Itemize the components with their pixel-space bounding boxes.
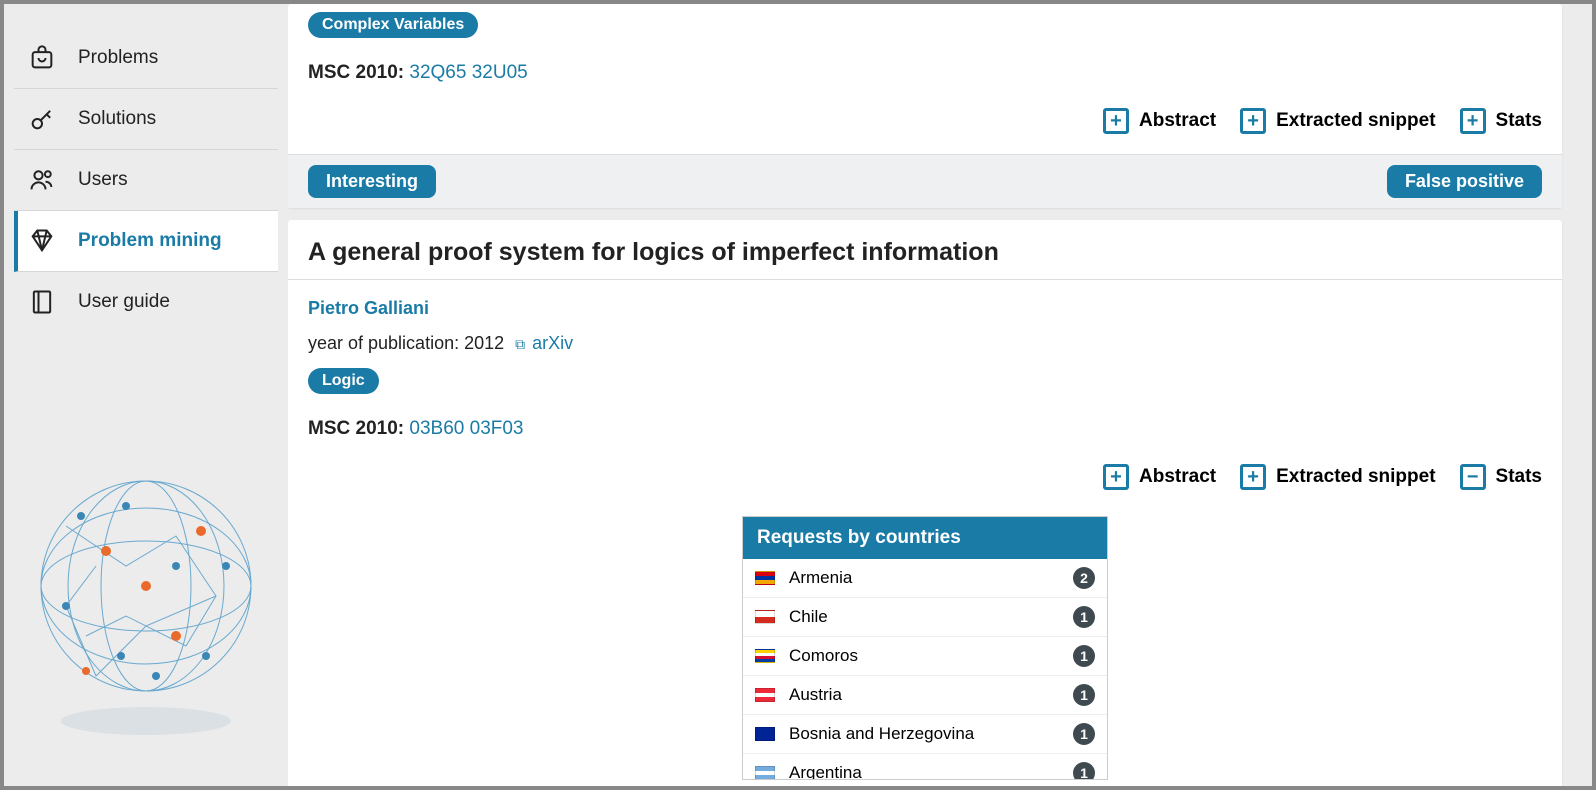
sidebar-label: Solutions xyxy=(78,108,156,130)
stats-header: Requests by countries xyxy=(743,517,1107,559)
minus-icon: − xyxy=(1460,464,1486,490)
expand-row: +Abstract +Extracted snippet +Stats xyxy=(308,100,1542,146)
result-card-2: A general proof system for logics of imp… xyxy=(288,220,1562,786)
expand-abstract[interactable]: +Abstract xyxy=(1103,464,1216,490)
flag-armenia-icon xyxy=(755,571,775,585)
sidebar-item-problems[interactable]: Problems xyxy=(14,28,278,89)
msc-code-link[interactable]: 03B60 xyxy=(409,418,464,439)
author-link[interactable]: Pietro Galliani xyxy=(288,280,1562,319)
country-row: Bosnia and Herzegovina1 xyxy=(743,715,1107,754)
msc-code-link[interactable]: 32U05 xyxy=(472,62,528,83)
globe-illustration xyxy=(14,426,278,776)
msc-code-link[interactable]: 03F03 xyxy=(470,418,524,439)
sidebar-label: Users xyxy=(78,169,128,191)
flag-chile-icon xyxy=(755,610,775,624)
plus-icon: + xyxy=(1240,464,1266,490)
diamond-icon xyxy=(28,227,56,255)
sidebar-label: Problems xyxy=(78,47,158,69)
result-card-1: Complex Variables MSC 2010: 32Q65 32U05 … xyxy=(288,4,1562,208)
msc-label: MSC 2010: xyxy=(308,418,404,439)
country-row: Comoros1 xyxy=(743,637,1107,676)
count-badge: 2 xyxy=(1073,567,1095,589)
msc-label: MSC 2010: xyxy=(308,62,404,83)
count-badge: 1 xyxy=(1073,684,1095,706)
main-content: Complex Variables MSC 2010: 32Q65 32U05 … xyxy=(288,4,1592,786)
key-icon xyxy=(28,105,56,133)
sidebar-item-problem-mining[interactable]: Problem mining xyxy=(14,211,278,272)
msc-row: MSC 2010: 03B60 03F03 xyxy=(308,418,1542,440)
users-icon xyxy=(28,166,56,194)
category-tag[interactable]: Complex Variables xyxy=(308,12,478,38)
expand-snippet[interactable]: +Extracted snippet xyxy=(1240,108,1435,134)
flag-comoros-icon xyxy=(755,649,775,663)
expand-row: +Abstract +Extracted snippet −Stats xyxy=(308,456,1542,502)
msc-row: MSC 2010: 32Q65 32U05 xyxy=(308,62,1542,84)
expand-snippet[interactable]: +Extracted snippet xyxy=(1240,464,1435,490)
plus-icon: + xyxy=(1103,108,1129,134)
country-row: Chile1 xyxy=(743,598,1107,637)
country-row: Austria1 xyxy=(743,676,1107,715)
sidebar-item-user-guide[interactable]: User guide xyxy=(14,272,278,332)
stats-body[interactable]: Armenia2 Chile1 Comoros1 Austria1 Bosnia… xyxy=(743,559,1107,779)
false-positive-button[interactable]: False positive xyxy=(1387,165,1542,198)
book-icon xyxy=(28,288,56,316)
flag-bosnia-icon xyxy=(755,727,775,741)
plus-icon: + xyxy=(1240,108,1266,134)
sidebar-item-users[interactable]: Users xyxy=(14,150,278,211)
stats-panel: Requests by countries Armenia2 Chile1 Co… xyxy=(742,516,1108,780)
sidebar-item-solutions[interactable]: Solutions xyxy=(14,89,278,150)
flag-argentina-icon xyxy=(755,766,775,779)
plus-icon: + xyxy=(1103,464,1129,490)
count-badge: 1 xyxy=(1073,606,1095,628)
count-badge: 1 xyxy=(1073,723,1095,745)
expand-abstract[interactable]: +Abstract xyxy=(1103,108,1216,134)
publication-line: year of publication: 2012 ⧉ arXiv xyxy=(288,319,1562,360)
count-badge: 1 xyxy=(1073,645,1095,667)
bag-icon xyxy=(28,44,56,72)
sidebar: Problems Solutions Users Problem mining … xyxy=(4,4,288,786)
pub-prefix: year of publication: xyxy=(308,333,464,353)
card-footer: Interesting False positive xyxy=(288,154,1562,208)
flag-austria-icon xyxy=(755,688,775,702)
country-row: Argentina1 xyxy=(743,754,1107,779)
count-badge: 1 xyxy=(1073,762,1095,779)
paper-title: A general proof system for logics of imp… xyxy=(288,220,1562,280)
plus-icon: + xyxy=(1460,108,1486,134)
sidebar-label: User guide xyxy=(78,291,170,313)
interesting-button[interactable]: Interesting xyxy=(308,165,436,198)
sidebar-label: Problem mining xyxy=(78,230,222,252)
collapse-stats[interactable]: −Stats xyxy=(1460,464,1542,490)
expand-stats[interactable]: +Stats xyxy=(1460,108,1542,134)
external-link-icon: ⧉ xyxy=(515,336,525,353)
arxiv-link[interactable]: arXiv xyxy=(532,333,573,353)
country-row: Armenia2 xyxy=(743,559,1107,598)
pub-year: 2012 xyxy=(464,333,504,353)
msc-code-link[interactable]: 32Q65 xyxy=(409,62,466,83)
category-tag[interactable]: Logic xyxy=(308,368,379,394)
